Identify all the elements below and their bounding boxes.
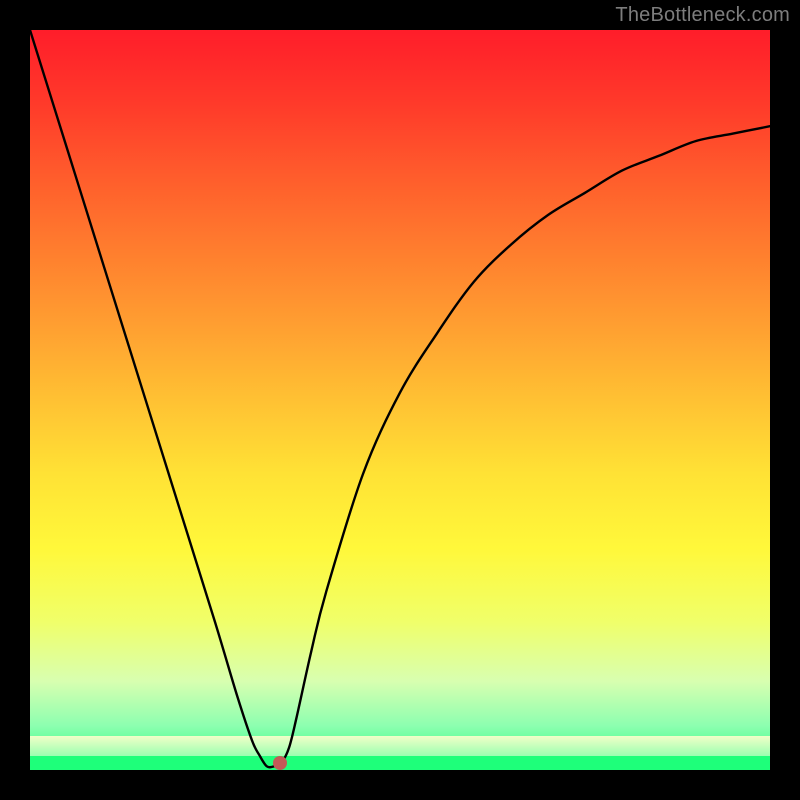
plot-area bbox=[30, 30, 770, 770]
chart-frame: TheBottleneck.com bbox=[0, 0, 800, 800]
minimum-point-marker bbox=[273, 756, 287, 770]
bottleneck-curve bbox=[30, 30, 770, 770]
watermark-text: TheBottleneck.com bbox=[615, 4, 790, 27]
